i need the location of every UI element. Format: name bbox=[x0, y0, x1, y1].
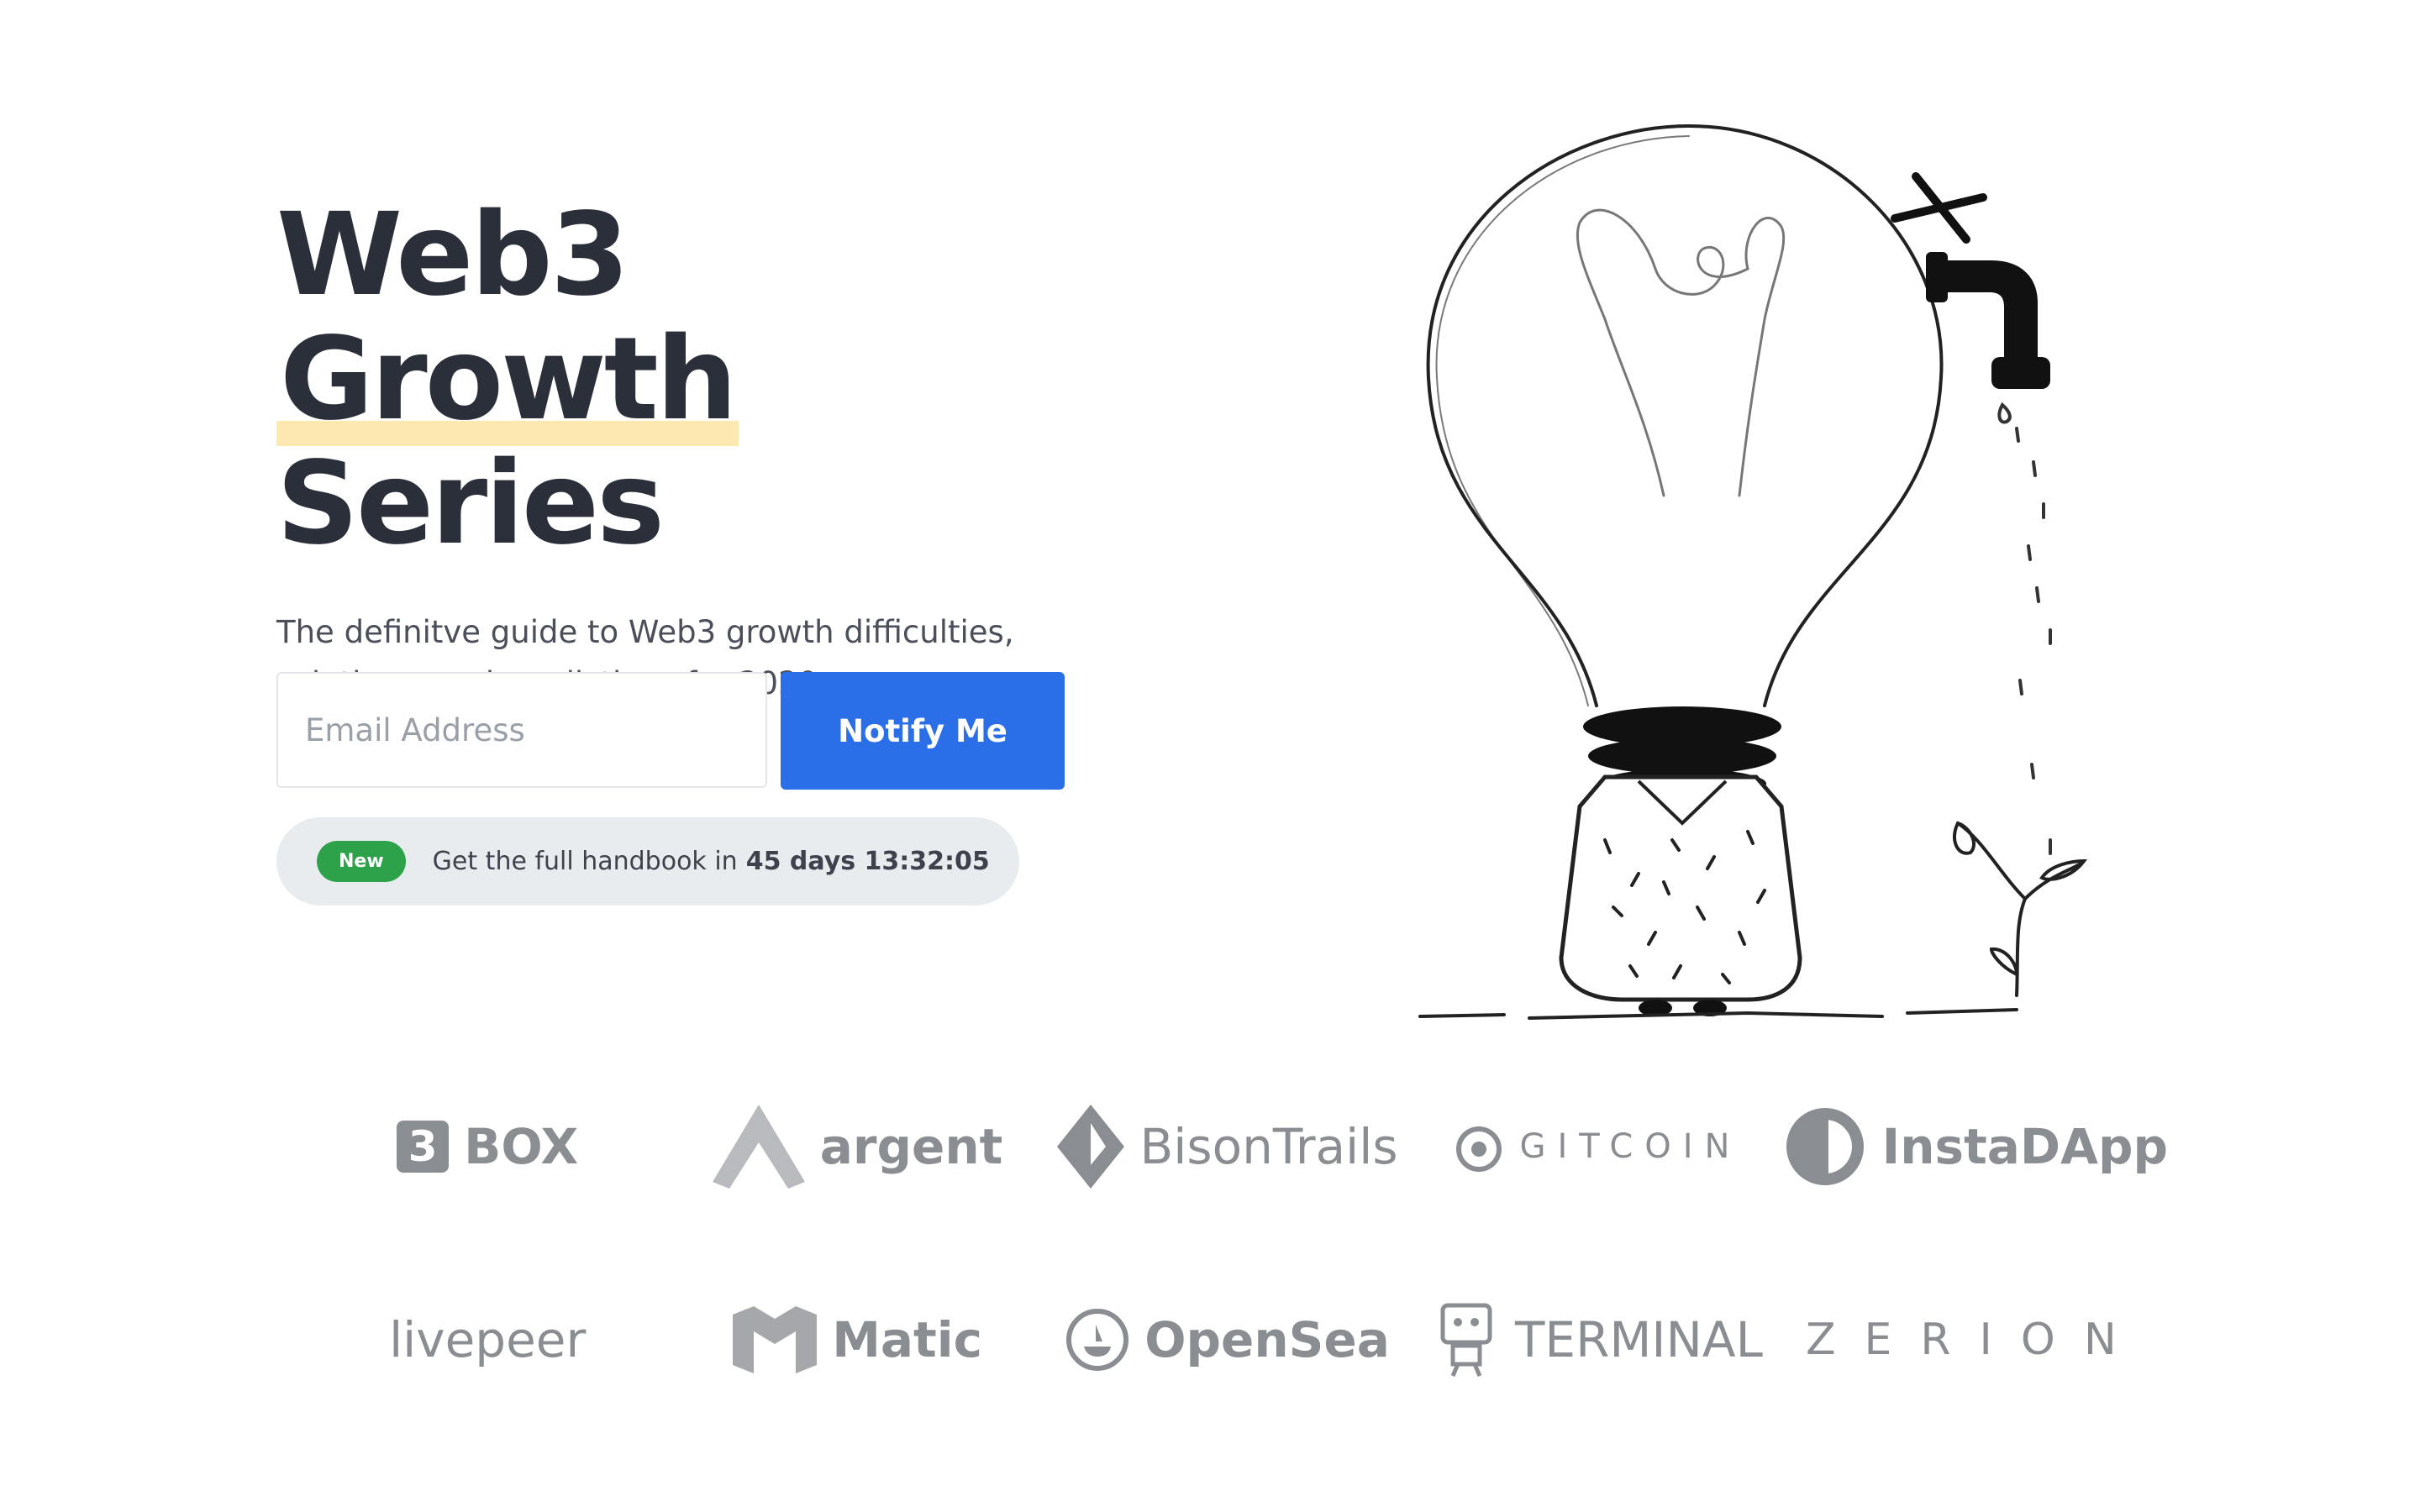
page-title: Web3 Growth Series bbox=[276, 193, 1117, 566]
logo-label: argent bbox=[819, 1118, 1003, 1175]
logo-label: BisonTrails bbox=[1139, 1118, 1398, 1175]
banner-text: Get the full handbook in bbox=[432, 847, 738, 876]
logo-matic[interactable]: Matic bbox=[672, 1294, 1042, 1386]
email-input[interactable] bbox=[276, 672, 767, 788]
signup-form: Notify Me bbox=[276, 672, 1065, 790]
logo-gitcoin[interactable]: GITCOIN bbox=[1413, 1100, 1782, 1193]
title-highlight: Growth bbox=[276, 313, 739, 446]
logo-label: BOX bbox=[464, 1118, 579, 1175]
new-badge: New bbox=[317, 841, 406, 882]
title-word-series: Series bbox=[276, 438, 665, 570]
logo-label: Matic bbox=[832, 1311, 983, 1368]
logo-3box[interactable]: 3 BOX bbox=[302, 1100, 672, 1193]
logo-terminal[interactable]: TERMINAL bbox=[1413, 1294, 1782, 1386]
logo-label: ZERION bbox=[1805, 1315, 2145, 1365]
logo-argent[interactable]: argent bbox=[672, 1100, 1042, 1193]
countdown-timer: 45 days 13:32:05 bbox=[745, 847, 990, 876]
handbook-banner[interactable]: New Get the full handbook in 45 days 13:… bbox=[276, 817, 1019, 906]
instadapp-icon bbox=[1786, 1108, 1864, 1185]
logo-label: GITCOIN bbox=[1519, 1127, 1742, 1166]
logo-label: TERMINAL bbox=[1515, 1311, 1763, 1368]
logo-label: livepeer bbox=[389, 1311, 587, 1368]
partner-logos: 3 BOX argent BisonTrails GITCOIN InstaDA… bbox=[302, 1100, 2168, 1386]
title-word-web3: Web3 bbox=[276, 189, 629, 322]
logo-instadapp[interactable]: InstaDApp bbox=[1783, 1100, 2168, 1193]
argent-icon bbox=[712, 1105, 805, 1189]
hero: Web3 Growth Series The definitve guide to… bbox=[276, 193, 1117, 709]
matic-icon bbox=[733, 1306, 818, 1373]
logo-label: OpenSea bbox=[1144, 1311, 1390, 1368]
logo-opensea[interactable]: OpenSea bbox=[1043, 1294, 1413, 1386]
bisontrails-icon bbox=[1057, 1105, 1125, 1189]
logo-bisontrails[interactable]: BisonTrails bbox=[1043, 1100, 1413, 1193]
logo-livepeer[interactable]: livepeer bbox=[302, 1294, 672, 1386]
logo-label: InstaDApp bbox=[1881, 1118, 2168, 1175]
terminal-robot-icon bbox=[1440, 1303, 1492, 1377]
opensea-icon bbox=[1066, 1309, 1129, 1371]
lightbulb-faucet-illustration bbox=[1418, 123, 2088, 1020]
notify-me-button[interactable]: Notify Me bbox=[781, 672, 1065, 790]
gitcoin-icon bbox=[1456, 1126, 1502, 1172]
3box-icon: 3 bbox=[397, 1121, 450, 1173]
logo-zerion[interactable]: ZERION bbox=[1783, 1294, 2168, 1386]
